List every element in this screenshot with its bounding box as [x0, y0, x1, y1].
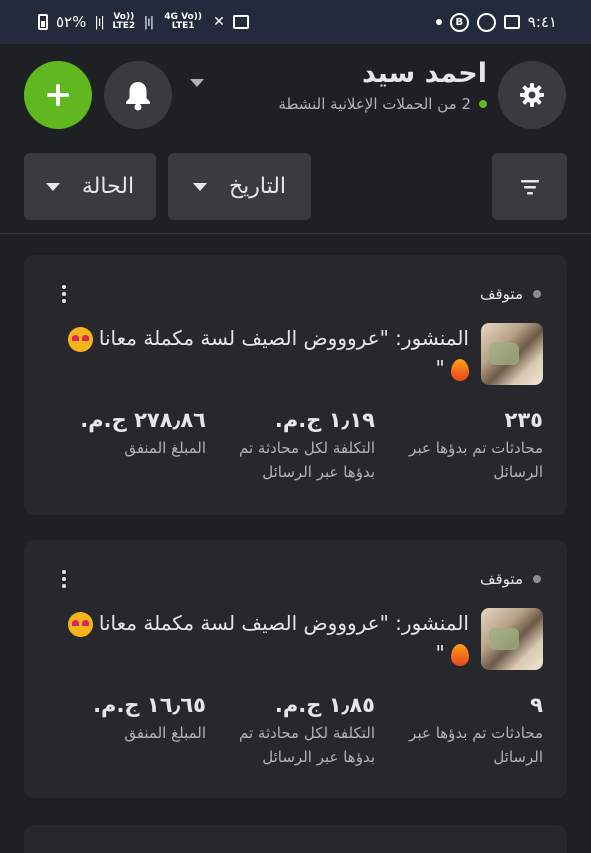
whatsapp-icon [476, 12, 496, 32]
post-title-text: المنشور: "عروووض الصيف لسة مكملة معانا [98, 611, 469, 635]
status-filter-dropdown[interactable]: الحالة [24, 153, 156, 220]
chevron-down-icon [45, 182, 60, 191]
notifications-button[interactable] [104, 61, 172, 129]
account-name: احمد سيد [362, 58, 487, 89]
metric-cost-per-conversation: ١٫١٩ ج.م. التكلفة لكل محادثة تم بدؤها عب… [215, 408, 375, 484]
fire-emoji-icon [451, 358, 469, 381]
bell-icon [126, 82, 150, 111]
metric-amount-spent: ٢٧٨٫٨٦ ج.م. المبلغ المنفق [36, 408, 206, 460]
signal-icon: |ı| [94, 14, 104, 30]
spent-value: ٢٧٨٫٨٦ ج.م. [80, 408, 206, 432]
more-options-icon[interactable] [62, 570, 66, 591]
settings-button[interactable] [498, 61, 566, 129]
gallery-icon [503, 15, 520, 29]
status-bar-left: ٥٢% |ı| Vo)) LTE2 |ı| 4G Vo)) LTE1 ✕ [38, 13, 249, 31]
cost-value: ١٫١٩ ج.م. [274, 408, 375, 432]
active-campaigns-summary: 2 من الحملات الإعلانية النشطة [278, 95, 487, 113]
mute-icon: ✕ [213, 14, 225, 30]
active-status-dot [479, 100, 487, 108]
metric-amount-spent: ١٦٫٦٥ ج.م. المبلغ المنفق [36, 693, 206, 745]
status-dot [533, 290, 541, 298]
campaign-status: متوقف [480, 285, 541, 303]
cost-label: التكلفة لكل محادثة تم بدؤها عبر الرسائل [238, 439, 375, 481]
campaign-post-title[interactable]: المنشور: "عروووض الصيف لسة مكملة معانا " [49, 608, 469, 668]
campaign-status-label: متوقف [479, 285, 523, 303]
date-filter-label: التاريخ [228, 174, 287, 199]
metric-conversations: ٩ محادثات تم بدؤها عبر الرسائل [393, 693, 543, 769]
campaign-post-title[interactable]: المنشور: "عروووض الصيف لسة مكملة معانا " [49, 323, 469, 383]
conversations-label: محادثات تم بدؤها عبر الرسائل [409, 724, 543, 766]
filter-row: الحالة التاريخ [0, 153, 591, 221]
conversations-value: ٩ [530, 693, 543, 717]
battery-icon [38, 14, 48, 30]
status-bar-right: B ٩:٤١ [435, 12, 557, 32]
metric-conversations: ٢٣٥ محادثات تم بدؤها عبر الرسائل [393, 408, 543, 484]
post-title-end: " [435, 641, 445, 665]
active-campaigns-text: 2 من الحملات الإعلانية النشطة [278, 95, 471, 113]
status-dot [533, 575, 541, 583]
spent-label: المبلغ المنفق [124, 439, 206, 457]
add-button[interactable] [24, 61, 92, 129]
more-options-icon[interactable] [62, 285, 66, 306]
post-thumbnail [481, 323, 543, 385]
network-indicator-1: Vo)) LTE2 [112, 12, 136, 31]
b-app-icon: B [449, 12, 469, 32]
campaign-card[interactable]: متوقف المنشور: "عروووض الصيف لسة مكملة م… [24, 540, 567, 798]
notification-dot-icon [435, 19, 442, 25]
heart-eyes-emoji-icon [67, 327, 93, 352]
conversations-label: محادثات تم بدؤها عبر الرسائل [409, 439, 543, 481]
heart-eyes-emoji-icon [67, 612, 93, 637]
post-title-end: " [435, 356, 445, 380]
account-dropdown-caret[interactable] [190, 79, 204, 87]
date-filter-dropdown[interactable]: التاريخ [168, 153, 311, 220]
status-filter-label: الحالة [81, 174, 135, 199]
clock: ٩:٤١ [527, 13, 557, 31]
signal-icon-2: |ı| [143, 14, 154, 30]
header: احمد سيد 2 من الحملات الإعلانية النشطة ا… [0, 44, 591, 234]
cost-label: التكلفة لكل محادثة تم بدؤها عبر الرسائل [238, 724, 375, 766]
spent-label: المبلغ المنفق [124, 724, 206, 742]
network-indicator-2: 4G Vo)) LTE1 [164, 12, 202, 31]
chevron-down-icon [192, 182, 207, 191]
conversations-value: ٢٣٥ [504, 408, 543, 432]
filter-icon [520, 179, 539, 194]
fire-emoji-icon [451, 643, 469, 666]
campaign-card[interactable]: متوقف المنشور: "عروووض الصيف لسة مكملة م… [24, 255, 567, 515]
campaign-status: متوقف [480, 570, 541, 588]
section-divider [0, 233, 591, 234]
filter-button[interactable] [492, 153, 567, 220]
account-profile[interactable]: احمد سيد 2 من الحملات الإعلانية النشطة [278, 58, 487, 113]
cost-value: ١٫٨٥ ج.م. [274, 693, 375, 717]
battery-level: ٥٢% [56, 13, 87, 31]
campaign-card-partial[interactable] [24, 825, 567, 853]
gear-icon [520, 83, 544, 107]
campaign-status-label: متوقف [479, 570, 523, 588]
spent-value: ١٦٫٦٥ ج.م. [93, 693, 206, 717]
status-bar: ٥٢% |ı| Vo)) LTE2 |ı| 4G Vo)) LTE1 ✕ B ٩… [0, 0, 591, 44]
app-notification-icon [232, 15, 249, 29]
post-thumbnail [481, 608, 543, 670]
post-title-text: المنشور: "عروووض الصيف لسة مكملة معانا [98, 326, 469, 350]
plus-icon [47, 84, 69, 106]
metric-cost-per-conversation: ١٫٨٥ ج.م. التكلفة لكل محادثة تم بدؤها عب… [215, 693, 375, 769]
